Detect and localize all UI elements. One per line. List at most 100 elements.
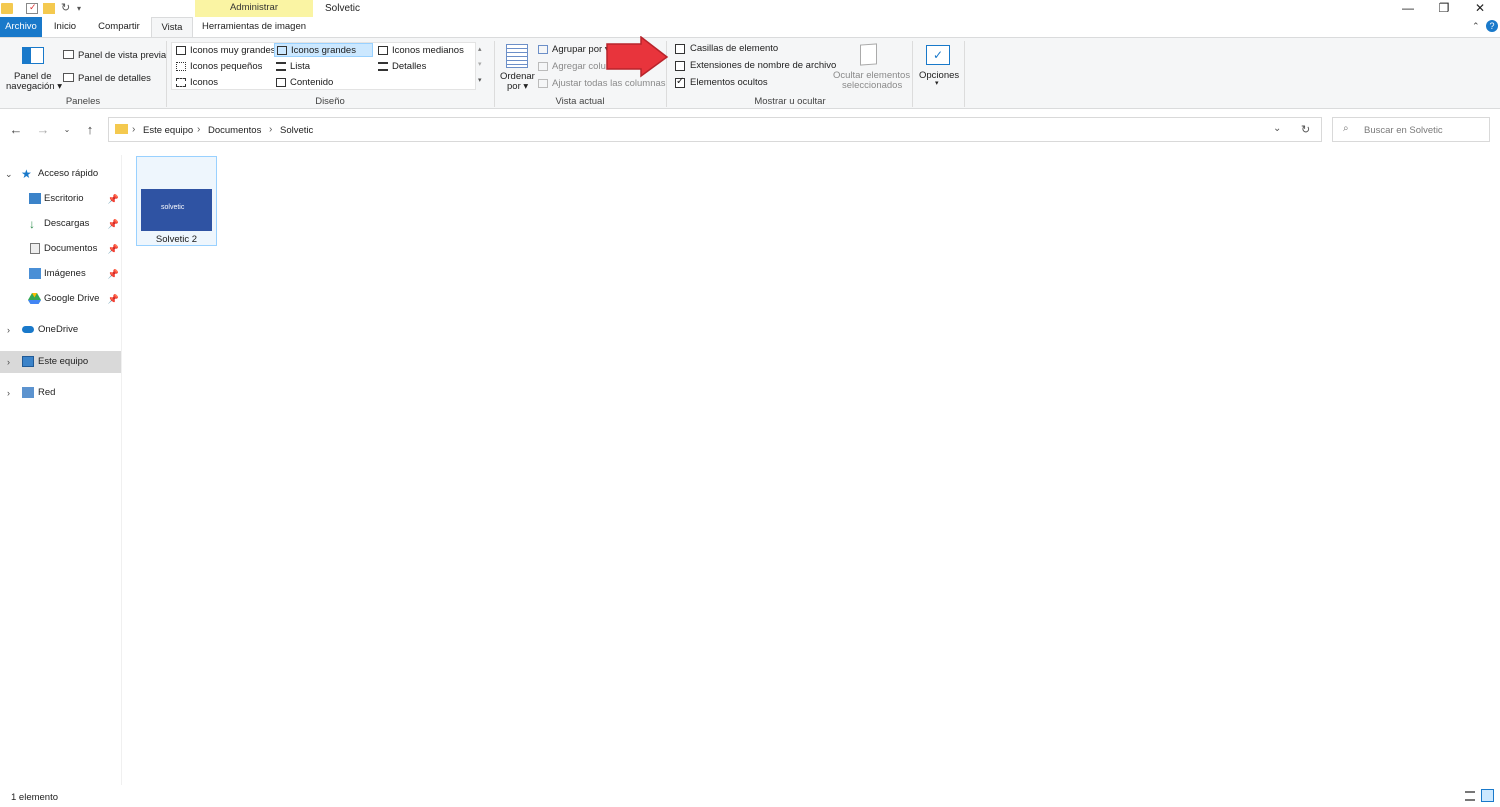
sidebar-item-google-drive[interactable]: Google Drive 📌 xyxy=(0,288,121,310)
group-label-diseno: Diseño xyxy=(315,96,345,107)
minimize-button[interactable]: — xyxy=(1390,0,1426,18)
options-dropdown-icon[interactable]: ▾ xyxy=(935,79,939,87)
navigation-bar: ← → ⌄ ↑ › Este equipo › Documentos › Sol… xyxy=(0,115,1500,145)
chevron-right-icon[interactable]: › xyxy=(7,319,10,341)
sidebar-item-escritorio[interactable]: Escritorio 📌 xyxy=(0,188,121,210)
sidebar-item-red[interactable]: › Red xyxy=(0,382,121,404)
context-tab-administrar[interactable]: Administrar xyxy=(195,0,313,17)
breadcrumb-separator-icon[interactable]: › xyxy=(269,124,272,135)
customize-toolbar-icon[interactable]: ▾ xyxy=(77,4,89,15)
file-extensions-checkbox[interactable] xyxy=(675,61,685,71)
sidebar-item-imagenes[interactable]: Imágenes 📌 xyxy=(0,263,121,285)
large-icons-view-icon[interactable] xyxy=(1481,789,1494,802)
details-view-icon[interactable] xyxy=(1465,791,1475,801)
sidebar-item-documentos[interactable]: Documentos 📌 xyxy=(0,238,121,260)
chevron-right-icon[interactable]: › xyxy=(7,382,10,404)
file-thumbnail: solvetic xyxy=(141,189,212,231)
new-folder-icon[interactable] xyxy=(43,3,55,14)
file-name: Solvetic 2 xyxy=(155,234,198,245)
breadcrumb-este-equipo[interactable]: Este equipo xyxy=(143,125,193,136)
file-item[interactable]: solvetic Solvetic 2 xyxy=(136,156,217,246)
google-drive-icon xyxy=(28,293,41,304)
pin-icon[interactable]: 📌 xyxy=(108,213,119,235)
preview-pane-icon xyxy=(63,50,74,59)
maximize-button[interactable]: ❐ xyxy=(1426,0,1462,18)
collapse-ribbon-icon[interactable]: ⌃ xyxy=(1472,21,1480,32)
sidebar-item-descargas[interactable]: ↓ Descargas 📌 xyxy=(0,213,121,235)
group-by-button[interactable]: Agrupar por ▾ xyxy=(552,44,610,55)
tab-vista[interactable]: Vista xyxy=(151,17,193,38)
properties-icon[interactable]: ✓ xyxy=(26,2,38,14)
layout-icon xyxy=(276,62,286,71)
sidebar-item-acceso-rapido[interactable]: ⌄ ★ Acceso rápido xyxy=(0,163,121,185)
gallery-scroll-down-icon[interactable]: ▾ xyxy=(478,60,482,68)
details-pane-button[interactable]: Panel de detalles xyxy=(78,73,151,84)
layout-contenido[interactable]: Contenido xyxy=(274,76,333,90)
recent-locations-icon[interactable]: ⌄ xyxy=(59,125,75,134)
hide-selected-label-2[interactable]: seleccionados xyxy=(842,80,902,91)
search-icon: ⌕ xyxy=(1343,123,1349,134)
address-bar[interactable]: › Este equipo › Documentos › Solvetic ⌄ … xyxy=(108,117,1322,142)
close-button[interactable]: ✕ xyxy=(1462,0,1498,18)
layout-iconos-grandes[interactable]: Iconos grandes xyxy=(274,43,373,57)
layout-icon xyxy=(176,62,186,71)
desktop-icon xyxy=(29,193,41,204)
navigation-pane-icon xyxy=(22,47,44,64)
up-arrow-icon[interactable]: ↑ xyxy=(82,122,98,137)
gallery-scroll-up-icon[interactable]: ▴ xyxy=(478,45,482,53)
back-arrow-icon[interactable]: ← xyxy=(8,122,24,137)
breadcrumb-documentos[interactable]: Documentos xyxy=(208,125,261,136)
cloud-icon xyxy=(22,326,34,333)
pin-icon[interactable]: 📌 xyxy=(108,188,119,210)
network-icon xyxy=(22,387,34,398)
nav-pane-button[interactable]: navegación ▾ xyxy=(6,81,62,92)
item-checkboxes-label[interactable]: Casillas de elemento xyxy=(690,43,778,54)
help-icon[interactable]: ? xyxy=(1486,20,1498,32)
address-dropdown-icon[interactable]: ⌄ xyxy=(1273,123,1281,134)
layout-iconos-muy-grandes[interactable]: Iconos muy grandes xyxy=(174,44,276,58)
pin-icon[interactable]: 📌 xyxy=(108,263,119,285)
tab-compartir[interactable]: Compartir xyxy=(92,17,146,37)
search-box[interactable]: ⌕ Buscar en Solvetic xyxy=(1332,117,1490,142)
breadcrumb-separator-icon[interactable]: › xyxy=(132,124,135,135)
chevron-down-icon[interactable]: ⌄ xyxy=(5,163,13,185)
fit-columns-button[interactable]: Ajustar todas las columnas xyxy=(552,78,666,89)
hidden-items-label[interactable]: Elementos ocultos xyxy=(690,77,768,88)
pin-icon[interactable]: 📌 xyxy=(108,238,119,260)
tab-archivo[interactable]: Archivo xyxy=(0,17,42,37)
layout-label: Iconos muy grandes xyxy=(190,45,276,56)
tab-inicio[interactable]: Inicio xyxy=(46,17,84,37)
layout-iconos-medianos[interactable]: Iconos medianos xyxy=(376,44,464,58)
sidebar-item-onedrive[interactable]: › OneDrive xyxy=(0,319,121,341)
window-title: Solvetic xyxy=(325,3,361,14)
tab-herramientas-imagen[interactable]: Herramientas de imagen xyxy=(198,17,310,37)
preview-pane-button[interactable]: Panel de vista previa xyxy=(78,50,166,61)
sidebar-item-label: Documentos xyxy=(44,243,98,254)
refresh-icon[interactable]: ↻ xyxy=(1301,123,1310,136)
hidden-items-checkbox[interactable] xyxy=(675,76,685,88)
breadcrumb-solvetic[interactable]: Solvetic xyxy=(280,125,313,136)
details-pane-icon xyxy=(63,73,74,82)
nav-pane-label-2: navegación xyxy=(6,81,55,92)
sidebar-item-este-equipo[interactable]: › Este equipo xyxy=(0,351,121,373)
navigation-pane: ⌄ ★ Acceso rápido Escritorio 📌 ↓ Descarg… xyxy=(0,155,122,785)
item-checkboxes-checkbox[interactable] xyxy=(675,44,685,54)
layout-label: Lista xyxy=(290,61,311,72)
options-button[interactable]: Opciones xyxy=(919,70,959,81)
file-extensions-label[interactable]: Extensiones de nombre de archivo xyxy=(690,60,836,71)
undo-icon[interactable]: ↻ xyxy=(61,1,73,14)
pin-icon[interactable]: 📌 xyxy=(108,288,119,310)
sort-by-icon xyxy=(506,44,528,68)
layout-iconos[interactable]: Iconos xyxy=(174,76,218,90)
folder-icon xyxy=(115,124,128,134)
breadcrumb-separator-icon[interactable]: › xyxy=(197,124,200,135)
layout-iconos-pequenos[interactable]: Iconos pequeños xyxy=(174,60,262,74)
gallery-expand-icon[interactable]: ▾ xyxy=(478,76,482,84)
layout-detalles[interactable]: Detalles xyxy=(376,60,426,74)
sort-by-button[interactable]: por ▾ xyxy=(507,81,528,92)
layout-lista[interactable]: Lista xyxy=(274,60,310,74)
chevron-right-icon[interactable]: › xyxy=(7,351,10,373)
layout-label: Iconos pequeños xyxy=(190,61,263,72)
sort-by-label-2: por xyxy=(507,81,521,92)
forward-arrow-icon[interactable]: → xyxy=(35,122,51,137)
